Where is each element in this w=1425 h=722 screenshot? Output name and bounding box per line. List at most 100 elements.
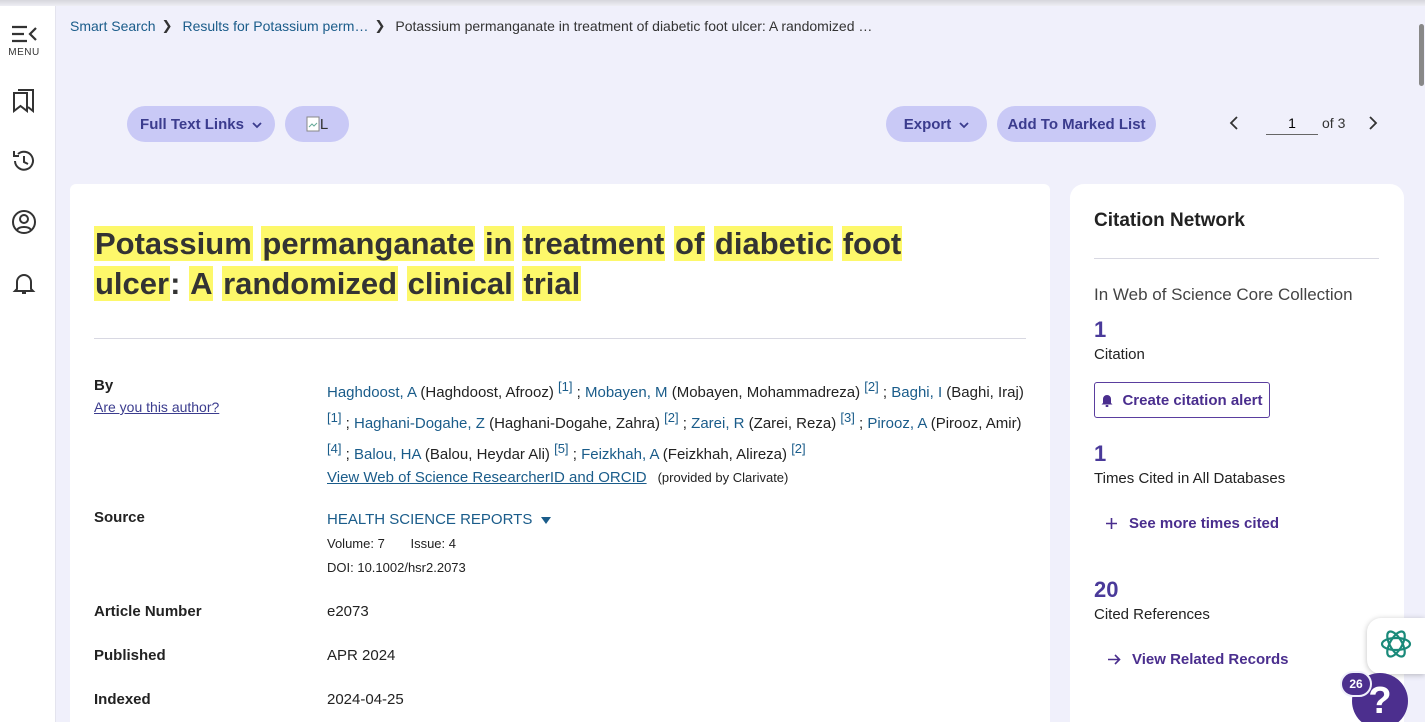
full-text-links-label: Full Text Links	[140, 115, 244, 133]
volume-issue: Volume: 7 Issue: 4	[327, 536, 456, 551]
export-button[interactable]: Export	[886, 106, 987, 142]
history-icon[interactable]	[10, 147, 38, 175]
author-affiliation-ref[interactable]: [4]	[327, 441, 341, 456]
author-link[interactable]: Zarei, R	[691, 415, 744, 432]
page-number-input[interactable]	[1266, 111, 1318, 135]
chevron-right-icon: ❯	[161, 18, 173, 33]
add-to-marked-list-button[interactable]: Add To Marked List	[997, 106, 1156, 142]
citation-network-title: Citation Network	[1094, 210, 1245, 231]
breadcrumb-results[interactable]: Results for Potassium perm…	[183, 18, 369, 34]
author-affiliation-ref[interactable]: [5]	[554, 441, 568, 456]
divider	[1094, 258, 1379, 259]
title-highlighted-word: diabetic	[713, 226, 834, 261]
author-full-name: (Haghdoost, Afrooz)	[416, 384, 558, 401]
author-full-name: (Baghi, Iraj)	[942, 384, 1024, 401]
times-cited-label: Times Cited in All Databases	[1094, 470, 1286, 487]
title-highlighted-word: ulcer	[94, 266, 171, 301]
create-citation-alert-button[interactable]: Create citation alert	[1094, 382, 1270, 418]
full-text-links-button[interactable]: Full Text Links	[127, 106, 275, 142]
published-label: Published	[94, 647, 166, 664]
indexed-label: Indexed	[94, 691, 151, 708]
add-to-marked-list-label: Add To Marked List	[1007, 115, 1146, 133]
plus-icon	[1106, 518, 1117, 529]
menu-label: MENU	[8, 47, 40, 58]
researcher-id-row: View Web of Science ResearcherID and ORC…	[327, 469, 788, 486]
title-highlighted-word: A	[189, 266, 214, 301]
times-cited-count[interactable]: 1	[1094, 441, 1106, 467]
author-affiliation-ref[interactable]: [2]	[791, 441, 805, 456]
title-highlighted-word: trial	[522, 266, 582, 301]
source-label: Source	[94, 509, 145, 526]
title-highlighted-word: Potassium	[94, 226, 253, 261]
view-related-records-label: View Related Records	[1132, 651, 1289, 668]
chevron-right-icon: ❯	[374, 18, 386, 33]
record-title: Potassium permanganate in treatment of d…	[94, 224, 994, 304]
citation-network-card: Citation Network In Web of Science Core …	[1070, 184, 1404, 722]
scrollbar-thumb[interactable]	[1419, 24, 1424, 86]
ai-assistant-icon	[1379, 627, 1413, 666]
notification-badge: 26	[1340, 671, 1372, 697]
author-link[interactable]: Mobayen, M	[585, 384, 668, 401]
page-count: of 3	[1322, 115, 1346, 131]
bookmark-icon[interactable]	[10, 86, 38, 114]
author-link[interactable]: Haghani-Dogahe, Z	[354, 415, 485, 432]
are-you-this-author-link[interactable]: Are you this author?	[94, 399, 219, 415]
source-journal-name: HEALTH SCIENCE REPORTS	[327, 511, 533, 528]
title-highlighted-word: randomized	[222, 266, 399, 301]
author-full-name: (Mobayen, Mohammadreza)	[667, 384, 865, 401]
author-link[interactable]: Balou, HA	[354, 446, 421, 463]
profile-icon[interactable]	[10, 208, 38, 236]
broken-image-icon: L	[306, 116, 328, 133]
author-link[interactable]: Baghi, I	[891, 384, 942, 401]
title-punctuation: :	[170, 266, 181, 301]
chevron-down-icon	[959, 116, 969, 133]
author-affiliation-ref[interactable]: [2]	[664, 410, 678, 425]
view-related-records-link[interactable]: View Related Records	[1108, 651, 1288, 668]
author-full-name: (Feizkhah, Alireza)	[658, 446, 792, 463]
author-full-name: (Pirooz, Amir)	[926, 415, 1022, 432]
published-date: APR 2024	[327, 647, 396, 664]
library-link-button[interactable]: L	[285, 106, 349, 142]
title-highlighted-word: clinical	[406, 266, 514, 301]
provided-by-text: (provided by Clarivate)	[657, 470, 789, 485]
ai-assistant-button[interactable]	[1367, 618, 1425, 674]
author-affiliation-ref[interactable]: [1]	[558, 379, 572, 394]
breadcrumb-current: Potassium permanganate in treatment of d…	[395, 18, 873, 34]
author-affiliation-ref[interactable]: [2]	[864, 379, 878, 394]
author-link[interactable]: Haghdoost, A	[327, 384, 416, 401]
source-journal-link[interactable]: HEALTH SCIENCE REPORTS	[327, 511, 552, 528]
export-label: Export	[903, 115, 952, 133]
author-link[interactable]: Feizkhah, A	[581, 446, 659, 463]
left-sidebar: MENU	[0, 6, 56, 722]
next-record-icon[interactable]	[1363, 113, 1383, 133]
title-highlighted-word: permanganate	[261, 226, 476, 261]
notification-bell-icon[interactable]	[10, 269, 38, 297]
cited-references-count[interactable]: 20	[1094, 577, 1118, 603]
title-highlighted-word: in	[483, 226, 514, 261]
author-affiliation-ref[interactable]: [3]	[840, 410, 854, 425]
title-highlighted-word: treatment	[522, 226, 666, 261]
arrow-right-icon	[1108, 654, 1121, 665]
author-full-name: (Zarei, Reza)	[744, 415, 841, 432]
author-link[interactable]: Pirooz, A	[867, 415, 926, 432]
researcher-id-link[interactable]: View Web of Science ResearcherID and ORC…	[327, 469, 647, 486]
indexed-date: 2024-04-25	[327, 691, 404, 708]
bell-icon	[1101, 393, 1113, 407]
title-highlighted-word: of	[674, 226, 706, 261]
create-citation-alert-label: Create citation alert	[1122, 391, 1263, 409]
author-full-name: (Haghani-Dogahe, Zahra)	[484, 415, 665, 432]
by-label: By	[94, 377, 114, 394]
article-number-label: Article Number	[94, 603, 202, 620]
chevron-down-icon	[252, 116, 262, 133]
breadcrumb-smart-search[interactable]: Smart Search	[70, 18, 156, 34]
cited-references-label: Cited References	[1094, 606, 1210, 623]
volume: Volume: 7	[327, 536, 385, 551]
author-affiliation-ref[interactable]: [1]	[327, 410, 341, 425]
citation-count[interactable]: 1	[1094, 317, 1106, 343]
see-more-times-cited-link[interactable]: See more times cited	[1106, 515, 1279, 532]
menu-collapse-icon[interactable]	[10, 20, 38, 48]
previous-record-icon[interactable]	[1224, 113, 1244, 133]
breadcrumb: Smart Search ❯ Results for Potassium per…	[70, 18, 872, 34]
library-image-alt: L	[319, 115, 329, 133]
article-number: e2073	[327, 603, 369, 620]
